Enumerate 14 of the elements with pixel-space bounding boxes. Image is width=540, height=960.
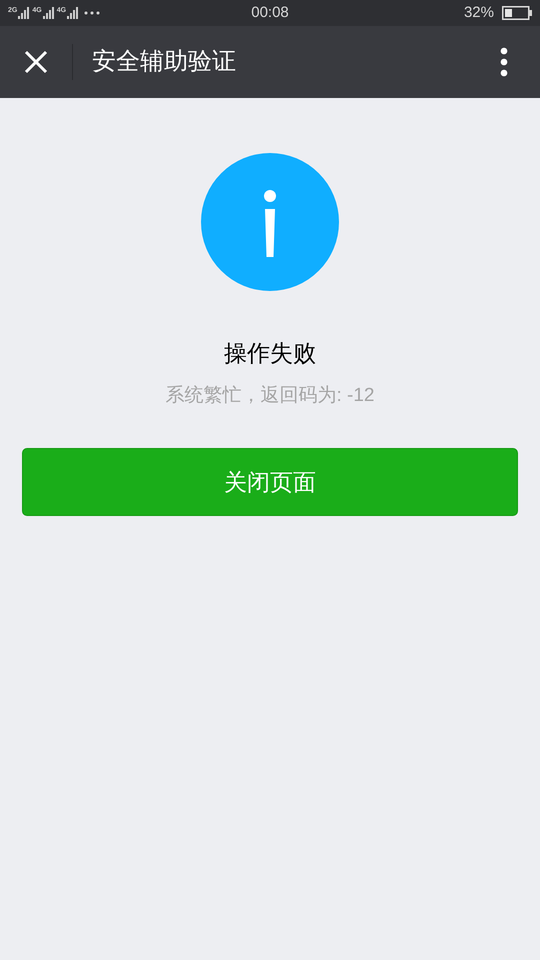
battery-icon	[502, 6, 532, 20]
signal-icon	[67, 7, 78, 19]
battery-percent: 32%	[464, 2, 494, 23]
more-icon	[84, 11, 100, 15]
close-icon	[24, 50, 48, 74]
close-page-button[interactable]: 关闭页面	[22, 448, 518, 516]
more-vertical-icon	[500, 47, 508, 77]
result-message: 系统繁忙，返回码为: -12	[165, 384, 375, 408]
signal-icon	[18, 7, 30, 19]
signal-icon	[42, 7, 54, 19]
result-title: 操作失败	[224, 339, 316, 368]
info-icon	[201, 153, 339, 291]
page-title: 安全辅助验证	[92, 47, 236, 77]
clock: 00:08	[251, 2, 289, 23]
